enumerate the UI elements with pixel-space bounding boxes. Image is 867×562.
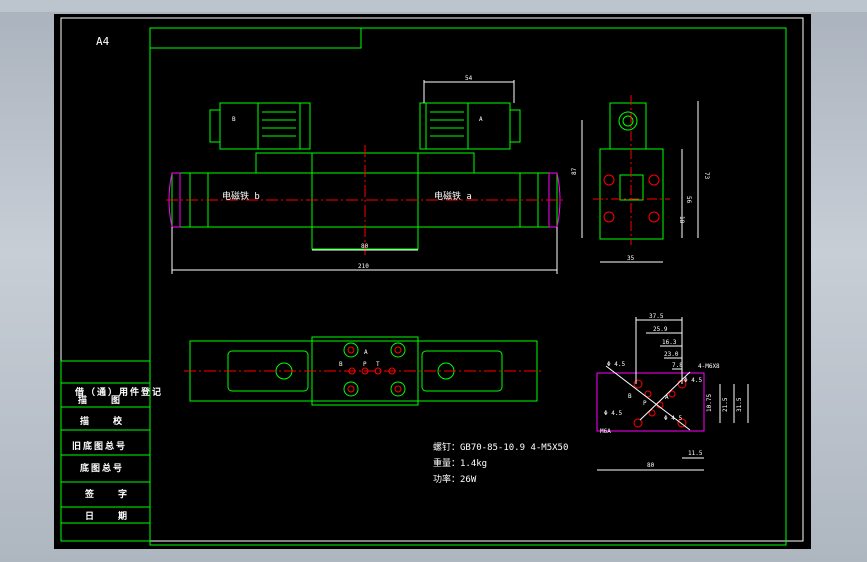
dim-side-overall: 87 <box>571 167 578 175</box>
sheet-size-label: A4 <box>96 35 110 48</box>
dim-side-height: 73 <box>703 172 710 180</box>
tb-row-6: 签 字 <box>84 488 129 500</box>
solenoid-a-label: 电磁铁 a <box>434 190 472 202</box>
pp-dim-d8: Φ 4.5 <box>684 377 702 384</box>
dim-side-width: 35 <box>627 255 635 262</box>
dim-coil: 54 <box>465 75 473 82</box>
pp-dim-d13: A <box>665 394 669 401</box>
pp-dim-d4: 23.0 <box>664 351 679 358</box>
pp-dim-d12: P <box>643 400 647 407</box>
tb-row-5: 底图总号 <box>80 462 124 474</box>
pp-dim-d7: Φ 4.5 <box>607 361 625 368</box>
front-label-b: B <box>232 116 236 123</box>
note-power: 功率：26W <box>433 473 477 485</box>
pp-dim-d15: 21.5 <box>722 397 729 412</box>
drawing-sheet: A4 借（通）用件登记 描 图 描 校 旧底图总号 底图总号 签 字 日 期 B… <box>0 0 867 549</box>
port-t-label: T <box>376 361 380 368</box>
port-a-label: A <box>364 349 368 356</box>
tb-row-4: 旧底图总号 <box>72 440 127 452</box>
top-band <box>0 0 867 12</box>
front-label-a: A <box>479 116 483 123</box>
port-p-label: P <box>363 361 367 368</box>
pp-dim-d10: Φ 4.5 <box>664 415 682 422</box>
tb-row-3: 描 校 <box>80 415 124 427</box>
pp-dim-d11: B <box>628 393 632 400</box>
pp-dim-d18: 80 <box>647 462 655 469</box>
note-weight: 重量：1.4kg <box>433 457 487 469</box>
pp-dim-d14: 10.75 <box>706 394 713 412</box>
pp-dim-d6: 4-M6X8 <box>698 363 720 370</box>
dim-body: 80 <box>361 243 369 250</box>
tb-row-2: 描 图 <box>78 394 122 406</box>
dim-total: 210 <box>358 263 369 270</box>
pp-dim-d16: 31.5 <box>736 397 743 412</box>
port-b-label: B <box>339 361 343 368</box>
dim-side-port-a: 56 <box>685 196 692 204</box>
pp-dim-d3: 16.3 <box>662 339 677 346</box>
pp-dim-d2: 25.9 <box>653 326 668 333</box>
pp-dim-d9: Φ 4.5 <box>604 410 622 417</box>
tb-row-7: 日 期 <box>85 510 129 522</box>
dim-side-port-b: 18 <box>678 216 685 224</box>
note-screws: 螺钉：GB70-85-10.9 4-M5X50 <box>433 442 568 453</box>
pp-dim-d1: 37.5 <box>649 313 664 320</box>
pp-dim-d19: 11.5 <box>688 450 703 457</box>
solenoid-b-label: 电磁铁 b <box>222 190 260 202</box>
pp-dim-d5: 7.8 <box>672 362 683 369</box>
pp-dim-d17: M6A <box>600 428 611 435</box>
